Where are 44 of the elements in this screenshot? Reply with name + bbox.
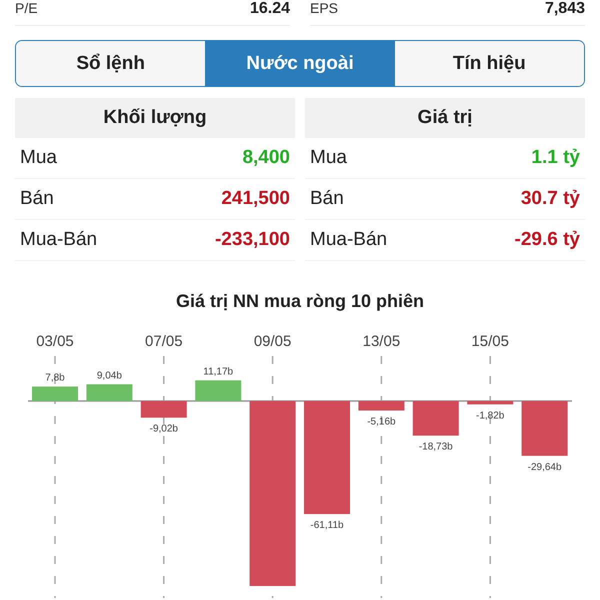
row-label: Mua-Bán bbox=[20, 229, 98, 251]
value-label: 7,8b bbox=[45, 372, 65, 384]
metric-value: 7,843 bbox=[544, 0, 585, 18]
metric-label: P/E bbox=[15, 0, 38, 16]
tab[interactable]: Nước ngoài bbox=[205, 41, 395, 86]
bar bbox=[358, 401, 404, 411]
row-label: Mua-Bán bbox=[310, 229, 388, 251]
axis-label: 07/05 bbox=[145, 333, 183, 350]
value-label: 11,17b bbox=[203, 366, 234, 378]
tab[interactable]: Sổ lệnh bbox=[16, 41, 206, 86]
row-label: Mua bbox=[20, 147, 57, 169]
bar bbox=[140, 401, 187, 418]
panel-header: Khối lượng bbox=[15, 98, 295, 138]
axis-label: 09/05 bbox=[254, 333, 292, 350]
metric-value: 16.24 bbox=[250, 0, 290, 18]
value-label: -18,73b bbox=[418, 442, 453, 453]
panel-header: Giá trị bbox=[305, 98, 585, 138]
bar bbox=[86, 384, 132, 401]
row-value: -233,100 bbox=[214, 229, 290, 251]
bar bbox=[467, 401, 514, 404]
axis-label: 15/05 bbox=[471, 333, 509, 350]
tab[interactable]: Tín hiệu bbox=[394, 41, 584, 86]
row-value: 30.7 tỷ bbox=[520, 188, 580, 210]
chart-title: Giá trị NN mua ròng 10 phiên bbox=[174, 291, 426, 312]
bar bbox=[412, 401, 459, 436]
axis-label: 13/05 bbox=[362, 333, 400, 350]
row-value: 241,500 bbox=[221, 188, 290, 210]
value-label: 9,04b bbox=[96, 370, 122, 382]
row-label: Bán bbox=[20, 188, 54, 210]
value-label: -9,02b bbox=[150, 424, 178, 435]
row-value: 8,400 bbox=[242, 147, 290, 169]
row-value: -29.6 tỷ bbox=[514, 229, 580, 251]
value-label: -61,11b bbox=[310, 520, 344, 532]
value-label: -1,82b bbox=[476, 410, 504, 422]
row-value: 1.1 tỷ bbox=[531, 147, 580, 169]
value-label: -5,16b bbox=[367, 416, 396, 428]
value-label: -29,64b bbox=[528, 462, 562, 473]
bar bbox=[195, 380, 242, 401]
metric-label: EPS bbox=[310, 0, 338, 16]
row-label: Bán bbox=[310, 188, 344, 210]
row-label: Mua bbox=[310, 147, 347, 169]
bar bbox=[32, 386, 78, 401]
bar bbox=[522, 401, 568, 456]
axis-label: 03/05 bbox=[36, 333, 74, 350]
